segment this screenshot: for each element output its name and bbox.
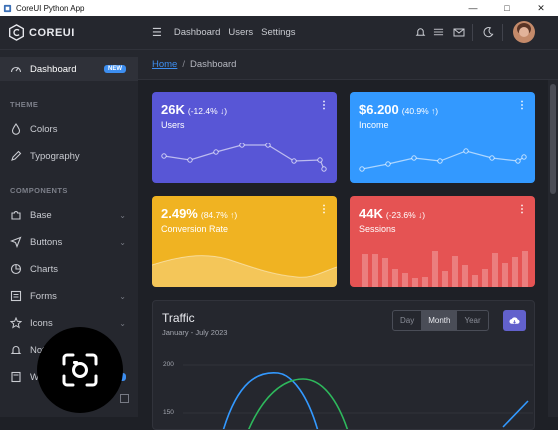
coreui-logo-icon — [9, 24, 24, 41]
kebab-menu-icon[interactable]: ⋮ — [517, 101, 527, 111]
traffic-card: Traffic January - July 2023 Day Month Ye… — [152, 300, 535, 430]
app-icon — [3, 4, 12, 12]
section-title-theme: THEME — [10, 100, 39, 109]
range-month-button[interactable]: Month — [421, 311, 458, 330]
widget-card-conversion: 2.49% (84.7% ↑) Conversion Rate ⋮ — [152, 196, 337, 287]
vertical-scrollbar[interactable] — [548, 80, 558, 417]
breadcrumb-current: Dashboard — [189, 59, 237, 70]
sidebar-item-label: Icons — [30, 317, 53, 329]
widget-card-sessions: 44K (-23.6% ↓) Sessions ⋮ — [350, 196, 535, 287]
sidebar-item-label: Buttons — [30, 236, 63, 248]
list-icon[interactable] — [433, 26, 444, 38]
sparkline-chart — [359, 148, 527, 172]
sidebar-item-dashboard[interactable]: Dashboard NEW — [0, 57, 138, 81]
section-title-components: COMPONENTS — [10, 186, 68, 195]
sidebar-item-label: Typography — [30, 150, 80, 162]
kebab-menu-icon[interactable]: ⋮ — [319, 205, 329, 215]
widget-value: 44K (-23.6% ↓) — [359, 206, 426, 221]
widget-card-users: 26K (-12.4% ↓) Users ⋮ — [152, 92, 337, 183]
puzzle-icon — [11, 211, 21, 220]
sidebar-item-colors[interactable]: Colors — [0, 117, 138, 141]
drop-icon — [11, 123, 21, 135]
sidebar-item-base[interactable]: Base ⌄ — [0, 203, 138, 227]
bar-sparkline-chart — [362, 251, 528, 287]
widget-value: $6.200 (40.9% ↑) — [359, 102, 439, 117]
header: ☰ Dashboard Users Settings — [138, 16, 558, 50]
cloud-download-icon — [509, 316, 520, 324]
close-button[interactable]: ✕ — [524, 0, 558, 16]
sidebar-item-label: Colors — [30, 123, 58, 135]
widget-card-income: $6.200 (40.9% ↑) Income ⋮ — [350, 92, 535, 183]
window-titlebar: CoreUI Python App — □ ✕ — [0, 0, 558, 16]
range-year-button[interactable]: Year — [457, 311, 487, 330]
sidebar-item-typography[interactable]: Typography — [0, 144, 138, 168]
sidebar-item-label: Charts — [30, 263, 58, 275]
avatar[interactable] — [513, 21, 535, 43]
chevron-down-icon: ⌄ — [119, 318, 126, 328]
download-button[interactable] — [503, 310, 526, 331]
chevron-down-icon: ⌄ — [119, 237, 126, 247]
traffic-subtitle: January - July 2023 — [162, 328, 228, 337]
camera-lens-icon[interactable] — [37, 327, 123, 413]
speedometer-icon — [10, 66, 22, 73]
widget-change: (-12.4% ↓) — [187, 106, 228, 116]
kebab-menu-icon[interactable]: ⋮ — [319, 101, 329, 111]
sidebar-toggler[interactable] — [120, 394, 129, 403]
breadcrumb-separator: / — [182, 59, 185, 70]
hamburger-icon[interactable]: ☰ — [152, 26, 162, 39]
sidebar-item-forms[interactable]: Forms ⌄ — [0, 284, 138, 308]
nav-link-dashboard[interactable]: Dashboard — [174, 27, 220, 38]
breadcrumb: Home / Dashboard — [138, 50, 558, 80]
bell-icon — [10, 346, 22, 355]
chevron-down-icon: ⌄ — [119, 291, 126, 301]
y-tick-label: 200 — [163, 361, 174, 368]
widget-change: (40.9% ↑) — [401, 106, 439, 116]
header-divider — [472, 24, 473, 41]
sparkline-chart — [161, 143, 327, 172]
window-title: CoreUI Python App — [16, 3, 85, 13]
widget-label: Sessions — [359, 224, 396, 234]
cursor-icon — [10, 236, 22, 248]
calculator-icon — [11, 371, 21, 383]
traffic-title: Traffic — [162, 311, 195, 325]
widget-value: 2.49% (84.7% ↑) — [161, 206, 238, 221]
kebab-menu-icon[interactable]: ⋮ — [517, 205, 527, 215]
nav-link-settings[interactable]: Settings — [261, 27, 295, 38]
chart-pie-icon — [10, 263, 22, 275]
sidebar-item-charts[interactable]: Charts — [0, 257, 138, 281]
area-sparkline-chart — [152, 255, 337, 287]
new-badge: NEW — [104, 65, 126, 73]
widget-value: 26K (-12.4% ↓) — [161, 102, 228, 117]
widget-label: Conversion Rate — [161, 224, 229, 234]
scrollbar-thumb[interactable] — [550, 84, 556, 194]
breadcrumb-home[interactable]: Home — [152, 59, 177, 70]
range-toggle: Day Month Year — [392, 310, 489, 331]
moon-icon[interactable] — [483, 26, 494, 38]
maximize-button[interactable]: □ — [490, 0, 524, 16]
widget-change: (84.7% ↑) — [200, 210, 238, 220]
widget-label: Users — [161, 120, 185, 130]
main-content: 26K (-12.4% ↓) Users ⋮ $6.200 (40.9% ↑) In… — [138, 80, 548, 430]
traffic-chart — [183, 364, 533, 429]
brand[interactable]: COREUI — [0, 16, 138, 50]
header-divider — [502, 24, 503, 41]
range-day-button[interactable]: Day — [393, 311, 421, 330]
notes-icon — [10, 290, 22, 302]
nav-link-users[interactable]: Users — [228, 27, 253, 38]
brand-name: COREUI — [29, 26, 75, 39]
sidebar-item-buttons[interactable]: Buttons ⌄ — [0, 230, 138, 254]
minimize-button[interactable]: — — [456, 0, 490, 16]
sidebar-item-label: Dashboard — [30, 63, 77, 75]
sidebar-item-label: Forms — [30, 290, 57, 302]
widget-label: Income — [359, 120, 389, 130]
widget-change: (-23.6% ↓) — [385, 210, 426, 220]
bell-icon[interactable] — [415, 26, 426, 38]
y-tick-label: 150 — [163, 409, 174, 416]
pencil-icon — [11, 150, 22, 161]
chevron-down-icon: ⌄ — [119, 210, 126, 220]
sidebar-item-label: Base — [30, 209, 52, 221]
envelope-icon[interactable] — [453, 26, 465, 38]
star-icon — [10, 317, 22, 329]
